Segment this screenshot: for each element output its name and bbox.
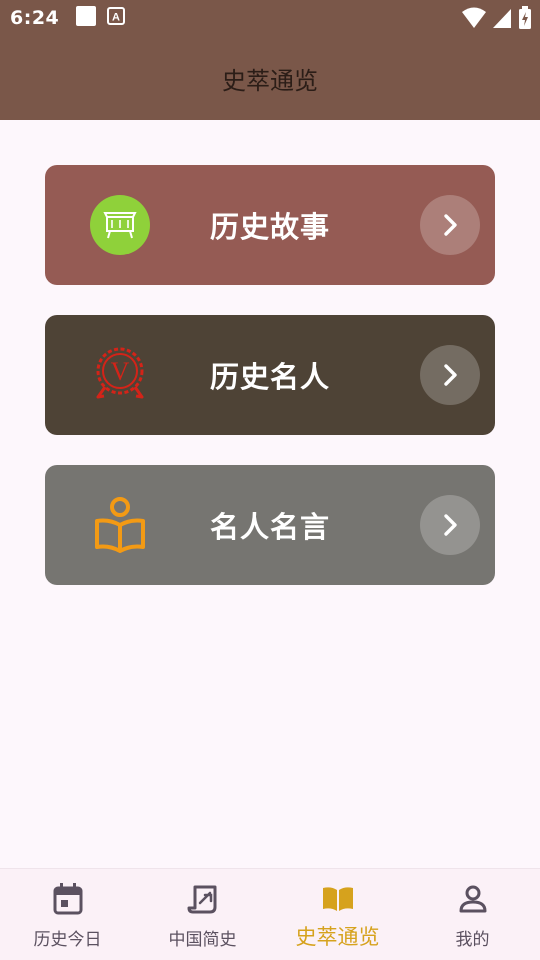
- nav-item-history-today[interactable]: 历史今日: [0, 869, 135, 960]
- status-notification-icons: A: [75, 5, 126, 31]
- square-notification-icon: [75, 5, 97, 31]
- open-book-icon: [321, 883, 355, 915]
- bottom-navigation: 历史今日 中国简史 史萃通览 我的: [0, 868, 540, 960]
- nav-item-history-overview[interactable]: 史萃通览: [270, 869, 405, 960]
- calendar-icon: [53, 883, 83, 915]
- status-system-icons: [462, 6, 532, 34]
- scroll-history-icon: [187, 883, 219, 915]
- nav-label: 历史今日: [33, 930, 102, 950]
- svg-text:A: A: [112, 12, 120, 24]
- card-historical-figures[interactable]: V 历史名人: [45, 315, 495, 435]
- battery-charging-icon: [518, 6, 532, 34]
- page-title: 史萃通览: [222, 66, 318, 95]
- card-history-stories[interactable]: 历史故事: [45, 165, 495, 285]
- nav-label: 史萃通览: [295, 925, 380, 949]
- nav-label: 我的: [455, 930, 490, 950]
- chevron-right-icon[interactable]: [420, 345, 480, 405]
- cell-signal-icon: [492, 7, 512, 33]
- app-bar: 史萃通览: [0, 36, 540, 120]
- status-time: 6:24: [10, 7, 60, 29]
- status-bar: 6:24 A: [0, 0, 540, 36]
- nav-label: 中国简史: [168, 930, 237, 950]
- wifi-icon: [462, 7, 486, 33]
- font-a-notification-icon: A: [107, 7, 126, 29]
- chevron-right-icon[interactable]: [420, 195, 480, 255]
- nav-item-profile[interactable]: 我的: [405, 869, 540, 960]
- card-famous-quotes[interactable]: 名人名言: [45, 465, 495, 585]
- person-icon: [458, 883, 488, 915]
- chevron-right-icon[interactable]: [420, 495, 480, 555]
- nav-item-chinese-history[interactable]: 中国简史: [135, 869, 270, 960]
- card-list: 历史故事 V 历史名人 名人名言: [0, 120, 540, 870]
